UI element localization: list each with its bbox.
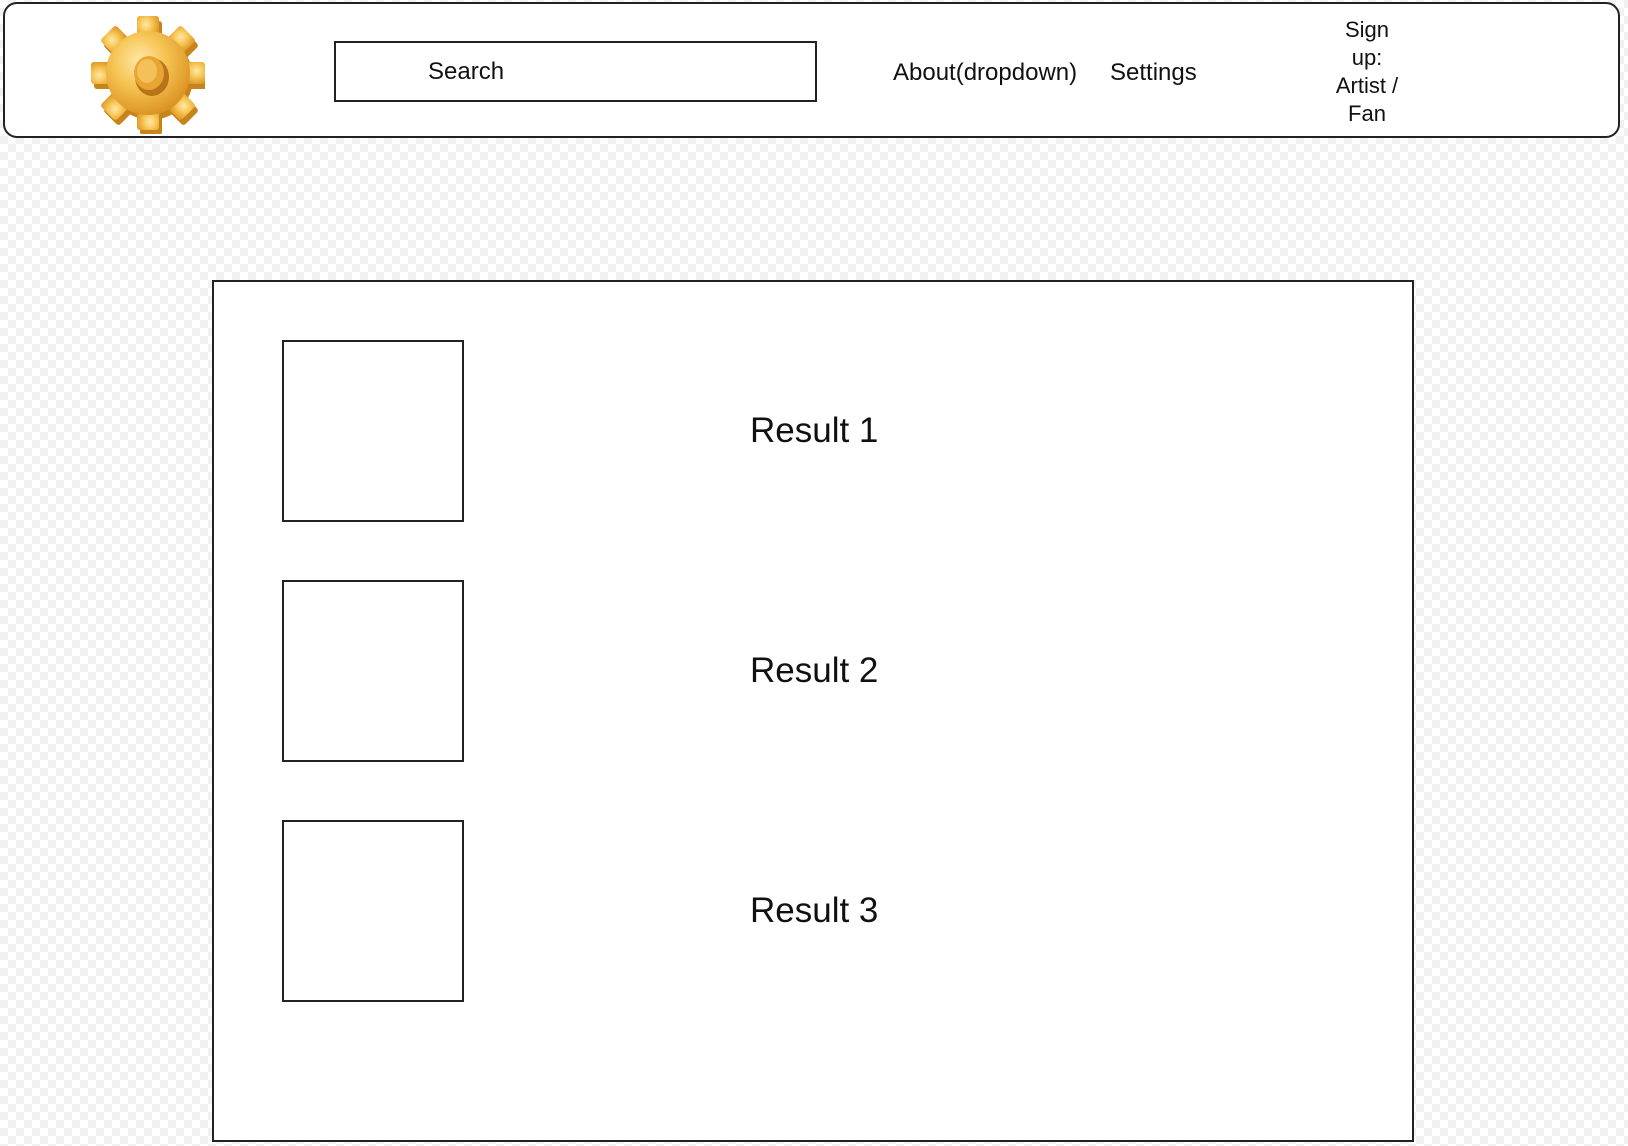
result-thumbnail[interactable] bbox=[282, 340, 464, 522]
signup-label-line: Fan bbox=[1348, 101, 1386, 126]
result-item[interactable]: Result 2 bbox=[282, 580, 1282, 762]
search-results-panel: Result 1 Result 2 Result 3 bbox=[212, 280, 1414, 1142]
gear-icon[interactable] bbox=[91, 12, 205, 134]
result-title[interactable]: Result 2 bbox=[750, 651, 878, 691]
result-title[interactable]: Result 1 bbox=[750, 411, 878, 451]
about-dropdown-link[interactable]: About(dropdown) bbox=[893, 59, 1077, 87]
gear-logo-graphic bbox=[91, 16, 205, 134]
result-title[interactable]: Result 3 bbox=[750, 891, 878, 931]
result-thumbnail[interactable] bbox=[282, 580, 464, 762]
result-item[interactable]: Result 3 bbox=[282, 820, 1282, 1002]
signup-label-line: up: bbox=[1351, 45, 1383, 70]
search-input[interactable] bbox=[334, 41, 817, 102]
result-thumbnail[interactable] bbox=[282, 820, 464, 1002]
signup-label-line: Sign bbox=[1344, 17, 1390, 42]
result-item[interactable]: Result 1 bbox=[282, 340, 1282, 522]
top-navigation-bar: About(dropdown) Settings Sign up: Artist… bbox=[3, 2, 1620, 138]
settings-link[interactable]: Settings bbox=[1110, 59, 1197, 87]
signup-link[interactable]: Sign up: Artist / Fan bbox=[1325, 16, 1409, 128]
signup-label-line: Artist / bbox=[1335, 73, 1399, 98]
